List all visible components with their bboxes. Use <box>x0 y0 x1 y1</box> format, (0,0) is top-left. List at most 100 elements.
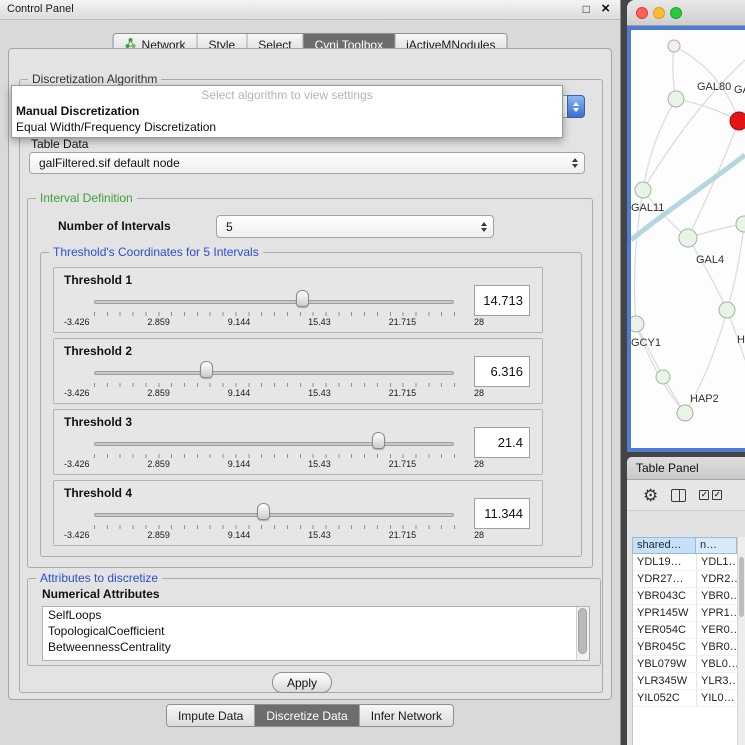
list-scrollbar[interactable] <box>576 607 589 660</box>
list-item-selfloops[interactable]: SelfLoops <box>43 607 589 623</box>
column-header-name[interactable]: n… <box>696 537 737 554</box>
list-item-topologicalcoefficient[interactable]: TopologicalCoefficient <box>43 623 589 639</box>
slider-thumb[interactable] <box>372 432 385 449</box>
slider-thumb[interactable] <box>257 503 270 520</box>
table-row[interactable]: YLR345WYLR3… <box>633 673 737 690</box>
window-title: Control Panel <box>7 3 74 15</box>
table-data-select-value: galFiltered.sif default node <box>30 156 567 170</box>
list-item-betweennesscentrality[interactable]: BetweennessCentrality <box>43 639 589 655</box>
node-label: GAL4 <box>696 254 724 266</box>
table-panel-toolbar: ⚙ ✓ ✓ <box>627 480 745 511</box>
interval-definition-group: Interval Definition Number of Intervals … <box>27 198 593 568</box>
popup-item-manual-discretization[interactable]: Manual Discretization <box>12 104 562 120</box>
tab-label: Impute Data <box>178 709 243 723</box>
network-node[interactable] <box>635 182 651 198</box>
table-row[interactable]: YDL19…YDL1… <box>633 554 737 571</box>
cell-name: YDR2… <box>697 571 737 587</box>
minimize-traffic-light-icon[interactable] <box>653 7 665 19</box>
threshold-3-slider[interactable] <box>94 436 454 450</box>
scale-label: 15.43 <box>308 530 331 540</box>
threshold-4-value-field[interactable]: 11.344 <box>474 498 530 529</box>
table-row[interactable]: YER054CYER0… <box>633 622 737 639</box>
network-node-selected[interactable] <box>730 112 745 130</box>
threshold-2-value-field[interactable]: 6.316 <box>474 356 530 387</box>
gear-icon[interactable]: ⚙ <box>643 487 658 504</box>
cell-name: YIL0… <box>697 690 737 706</box>
columns-icon[interactable] <box>671 489 686 502</box>
network-node[interactable] <box>736 216 745 232</box>
slider-scale-labels: -3.426 2.859 9.144 15.43 21.715 28 <box>64 530 484 540</box>
network-node[interactable] <box>656 370 670 384</box>
slider-track[interactable] <box>94 513 454 517</box>
threshold-1-value-field[interactable]: 14.713 <box>474 285 530 316</box>
close-traffic-light-icon[interactable] <box>636 7 648 19</box>
float-window-icon[interactable]: □ <box>583 2 590 16</box>
group-title-interval-definition: Interval Definition <box>36 191 137 205</box>
table-row[interactable]: YBR043CYBR0… <box>633 588 737 605</box>
scale-label: 15.43 <box>308 388 331 398</box>
network-node[interactable] <box>631 316 644 332</box>
attributes-to-discretize-group: Attributes to discretize Numerical Attri… <box>27 578 601 666</box>
threshold-2-slider[interactable] <box>94 365 454 379</box>
table-data-select[interactable]: galFiltered.sif default node <box>29 152 585 174</box>
slider-tick-marks <box>94 525 455 529</box>
network-node[interactable] <box>679 229 697 247</box>
table-scrollbar[interactable] <box>737 537 745 745</box>
table-row[interactable]: YIL052CYIL0… <box>633 690 737 707</box>
scrollbar-thumb[interactable] <box>739 557 744 617</box>
group-title-thresholds: Threshold's Coordinates for 5 Intervals <box>49 245 263 259</box>
number-of-intervals-select[interactable]: 5 <box>216 215 494 238</box>
network-node[interactable] <box>677 405 693 421</box>
threshold-4-slider[interactable] <box>94 507 454 521</box>
slider-scale-labels: -3.426 2.859 9.144 15.43 21.715 28 <box>64 317 484 327</box>
cell-name: YBR0… <box>697 639 737 655</box>
network-node[interactable] <box>668 40 680 52</box>
network-canvas[interactable]: GAL80 GA GAL11 GAL4 GCY1 HAP2 H <box>627 26 745 452</box>
table-row[interactable]: YDR27…YDR2… <box>633 571 737 588</box>
close-window-icon[interactable]: × <box>601 0 610 17</box>
row-selection-icons[interactable]: ✓ ✓ <box>699 490 722 500</box>
node-label: H <box>737 334 745 346</box>
stepper-arrows-icon <box>567 158 582 168</box>
popup-item-equal-width-frequency[interactable]: Equal Width/Frequency Discretization <box>12 120 562 136</box>
zoom-traffic-light-icon[interactable] <box>670 7 682 19</box>
slider-tick-marks <box>94 454 455 458</box>
table-panel-title: Table Panel <box>636 461 699 475</box>
scale-label: 28 <box>474 317 484 327</box>
tab-discretize-data[interactable]: Discretize Data <box>255 705 359 726</box>
network-window-titlebar <box>627 0 745 26</box>
desktop: Control Panel □ × Network Style Select C… <box>0 0 745 745</box>
group-title-discretization-algorithm: Discretization Algorithm <box>28 72 161 86</box>
network-graph[interactable]: GAL80 GA GAL11 GAL4 GCY1 HAP2 H <box>631 30 745 448</box>
column-header-shared-name[interactable]: shared… <box>632 537 696 554</box>
table-row[interactable]: YPR145WYPR1… <box>633 605 737 622</box>
table-row[interactable]: YBR045CYBR0… <box>633 639 737 656</box>
scale-label: 9.144 <box>228 459 251 469</box>
slider-track[interactable] <box>94 371 454 375</box>
table-row[interactable]: YBL079WYBL0… <box>633 656 737 673</box>
slider-scale-labels: -3.426 2.859 9.144 15.43 21.715 28 <box>64 388 484 398</box>
slider-thumb[interactable] <box>296 290 309 307</box>
apply-button[interactable]: Apply <box>272 672 332 693</box>
tab-impute-data[interactable]: Impute Data <box>167 705 255 726</box>
numerical-attributes-list[interactable]: SelfLoops TopologicalCoefficient Between… <box>42 606 590 661</box>
cell-shared-name: YBR045C <box>633 639 697 655</box>
checkbox-icon[interactable]: ✓ <box>712 490 722 500</box>
slider-tick-marks <box>94 312 455 316</box>
scale-label: 2.859 <box>147 388 170 398</box>
slider-thumb[interactable] <box>200 361 213 378</box>
table-data-label: Table Data <box>31 137 88 151</box>
tab-infer-network[interactable]: Infer Network <box>360 705 453 726</box>
cyni-mode-tab-bar: Impute Data Discretize Data Infer Networ… <box>166 704 454 727</box>
scrollbar-thumb[interactable] <box>578 608 587 654</box>
slider-track[interactable] <box>94 442 454 446</box>
slider-track[interactable] <box>94 300 454 304</box>
network-node[interactable] <box>668 91 684 107</box>
network-node[interactable] <box>719 302 735 318</box>
scale-label: 9.144 <box>228 317 251 327</box>
threshold-3-value-field[interactable]: 21.4 <box>474 427 530 458</box>
checkbox-icon[interactable]: ✓ <box>699 490 709 500</box>
cell-shared-name: YDR27… <box>633 571 697 587</box>
threshold-1-slider[interactable] <box>94 294 454 308</box>
scale-label: 2.859 <box>147 317 170 327</box>
